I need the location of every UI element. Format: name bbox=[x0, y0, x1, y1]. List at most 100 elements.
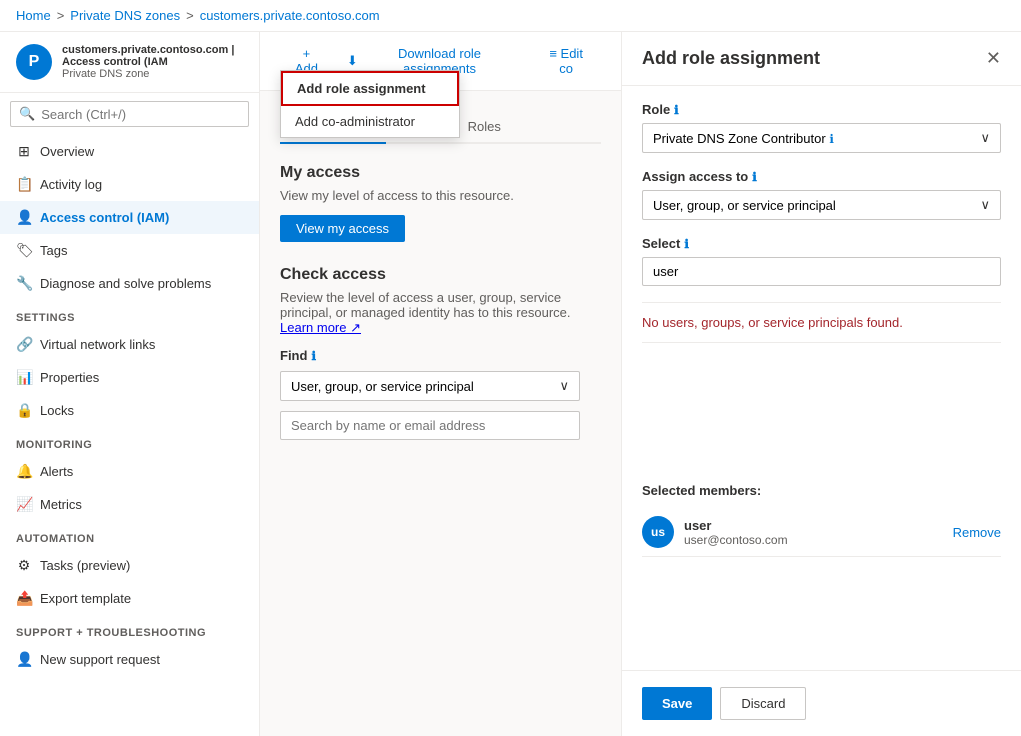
my-access-desc: View my level of access to this resource… bbox=[280, 188, 601, 203]
check-access-section: Check access Review the level of access … bbox=[280, 266, 601, 440]
sidebar-item-diagnose[interactable]: 🔧 Diagnose and solve problems bbox=[0, 267, 259, 300]
assign-chevron-icon: ∨ bbox=[980, 197, 990, 213]
learn-more-link[interactable]: Learn more ↗ bbox=[280, 320, 361, 335]
select-input[interactable] bbox=[642, 257, 1001, 286]
assign-info-icon: ℹ bbox=[752, 170, 757, 184]
role-label: Role ℹ bbox=[642, 102, 1001, 117]
role-dropdown[interactable]: Private DNS Zone Contributor ℹ ∨ bbox=[642, 123, 1001, 153]
properties-icon: 📊 bbox=[16, 369, 32, 386]
discard-button[interactable]: Discard bbox=[720, 687, 806, 720]
role-chevron-icon: ∨ bbox=[980, 130, 990, 146]
my-access-title: My access bbox=[280, 164, 601, 182]
sidebar-item-label: Tasks (preview) bbox=[40, 558, 130, 573]
member-email: user@contoso.com bbox=[684, 533, 943, 547]
role-value: Private DNS Zone Contributor ℹ bbox=[653, 131, 834, 146]
alerts-icon: 🔔 bbox=[16, 463, 32, 480]
activity-log-icon: 📋 bbox=[16, 176, 32, 193]
sidebar-item-properties[interactable]: 📊 Properties bbox=[0, 361, 259, 394]
right-panel: Add role assignment ✕ Role ℹ Private DNS… bbox=[621, 32, 1021, 736]
find-chevron-icon: ∨ bbox=[559, 378, 569, 394]
sidebar-item-label: Tags bbox=[40, 243, 67, 258]
diagnose-icon: 🔧 bbox=[16, 275, 32, 292]
sidebar-item-export[interactable]: 📤 Export template bbox=[0, 582, 259, 615]
save-button[interactable]: Save bbox=[642, 687, 712, 720]
member-row: us user user@contoso.com Remove bbox=[642, 508, 1001, 557]
close-panel-button[interactable]: ✕ bbox=[986, 48, 1001, 69]
sidebar-item-vnet-links[interactable]: 🔗 Virtual network links bbox=[0, 328, 259, 361]
sidebar-item-label: Virtual network links bbox=[40, 337, 155, 352]
sidebar-item-label: Export template bbox=[40, 591, 131, 606]
sidebar-item-label: Access control (IAM) bbox=[40, 210, 169, 225]
resource-icon: P bbox=[16, 44, 52, 80]
add-role-assignment-item[interactable]: Add role assignment bbox=[281, 71, 459, 106]
breadcrumb-sep1: > bbox=[57, 8, 65, 23]
search-input[interactable] bbox=[41, 107, 240, 122]
resource-header: P customers.private.contoso.com | Access… bbox=[0, 32, 259, 93]
role-info-icon: ℹ bbox=[674, 103, 679, 117]
breadcrumb: Home > Private DNS zones > customers.pri… bbox=[0, 0, 1021, 32]
selected-members-section: Selected members: us user user@contoso.c… bbox=[642, 483, 1001, 557]
no-results-message: No users, groups, or service principals … bbox=[642, 302, 1001, 343]
tags-icon: 🏷 bbox=[16, 242, 32, 259]
panel-footer: Save Discard bbox=[622, 670, 1021, 736]
sidebar-item-label: Activity log bbox=[40, 177, 102, 192]
find-select-value: User, group, or service principal bbox=[291, 379, 474, 394]
content-body: Assignments Roles Roles My access View m… bbox=[260, 91, 621, 460]
toolbar: + Add ⬇ Download role assignments ≡ Edit… bbox=[260, 32, 621, 91]
overview-icon: ⊞ bbox=[16, 143, 32, 160]
add-co-administrator-item[interactable]: Add co-administrator bbox=[281, 106, 459, 137]
support-section: Support + troubleshooting bbox=[0, 615, 259, 643]
check-access-title: Check access bbox=[280, 266, 601, 284]
assign-label: Assign access to ℹ bbox=[642, 169, 1001, 184]
assign-dropdown[interactable]: User, group, or service principal ∨ bbox=[642, 190, 1001, 220]
resource-title: customers.private.contoso.com | Access c… bbox=[62, 44, 243, 68]
sidebar-item-access-control[interactable]: 👤 Access control (IAM) bbox=[0, 201, 259, 234]
sidebar-item-overview[interactable]: ⊞ Overview bbox=[0, 135, 259, 168]
role-value-info-icon: ℹ bbox=[829, 132, 834, 146]
export-icon: 📤 bbox=[16, 590, 32, 607]
view-my-access-button[interactable]: View my access bbox=[280, 215, 405, 242]
sidebar-item-label: Overview bbox=[40, 144, 94, 159]
sidebar-item-label: New support request bbox=[40, 652, 160, 667]
breadcrumb-home[interactable]: Home bbox=[16, 8, 51, 23]
support-icon: 👤 bbox=[16, 651, 32, 668]
breadcrumb-resource[interactable]: customers.private.contoso.com bbox=[200, 8, 380, 23]
remove-member-button[interactable]: Remove bbox=[953, 525, 1001, 540]
sidebar-item-new-support[interactable]: 👤 New support request bbox=[0, 643, 259, 676]
sidebar-item-alerts[interactable]: 🔔 Alerts bbox=[0, 455, 259, 488]
check-access-search-input[interactable] bbox=[280, 411, 580, 440]
assign-field-group: Assign access to ℹ User, group, or servi… bbox=[642, 169, 1001, 220]
breadcrumb-sep2: > bbox=[186, 8, 194, 23]
sidebar-item-tasks[interactable]: ⚙ Tasks (preview) bbox=[0, 549, 259, 582]
settings-section: Settings bbox=[0, 300, 259, 328]
sidebar-item-metrics[interactable]: 📈 Metrics bbox=[0, 488, 259, 521]
sidebar: P customers.private.contoso.com | Access… bbox=[0, 32, 260, 736]
download-icon: ⬇ bbox=[347, 53, 358, 69]
panel-header: Add role assignment ✕ bbox=[622, 32, 1021, 86]
edit-button[interactable]: ≡ Edit co bbox=[531, 40, 601, 82]
search-icon: 🔍 bbox=[19, 106, 35, 122]
sidebar-search[interactable]: 🔍 bbox=[10, 101, 249, 127]
member-info: user user@contoso.com bbox=[684, 518, 943, 547]
locks-icon: 🔒 bbox=[16, 402, 32, 419]
assign-value: User, group, or service principal bbox=[653, 198, 836, 213]
vnet-icon: 🔗 bbox=[16, 336, 32, 353]
panel-title: Add role assignment bbox=[642, 48, 820, 69]
breadcrumb-private-dns[interactable]: Private DNS zones bbox=[70, 8, 180, 23]
member-avatar: us bbox=[642, 516, 674, 548]
find-select[interactable]: User, group, or service principal ∨ bbox=[280, 371, 580, 401]
add-dropdown-menu: Add role assignment Add co-administrator bbox=[280, 70, 460, 138]
sidebar-item-locks[interactable]: 🔒 Locks bbox=[0, 394, 259, 427]
sidebar-item-activity-log[interactable]: 📋 Activity log bbox=[0, 168, 259, 201]
sidebar-item-label: Alerts bbox=[40, 464, 73, 479]
resource-subtitle: Private DNS zone bbox=[62, 68, 243, 80]
sidebar-item-label: Diagnose and solve problems bbox=[40, 276, 211, 291]
sidebar-item-tags[interactable]: 🏷 Tags bbox=[0, 234, 259, 267]
selected-members-title: Selected members: bbox=[642, 483, 1001, 498]
metrics-icon: 📈 bbox=[16, 496, 32, 513]
sidebar-item-label: Metrics bbox=[40, 497, 82, 512]
tab-roles2[interactable]: Roles bbox=[452, 111, 517, 144]
panel-body: Role ℹ Private DNS Zone Contributor ℹ ∨ … bbox=[622, 86, 1021, 670]
find-info-icon: ℹ bbox=[311, 349, 316, 363]
sidebar-item-label: Properties bbox=[40, 370, 99, 385]
